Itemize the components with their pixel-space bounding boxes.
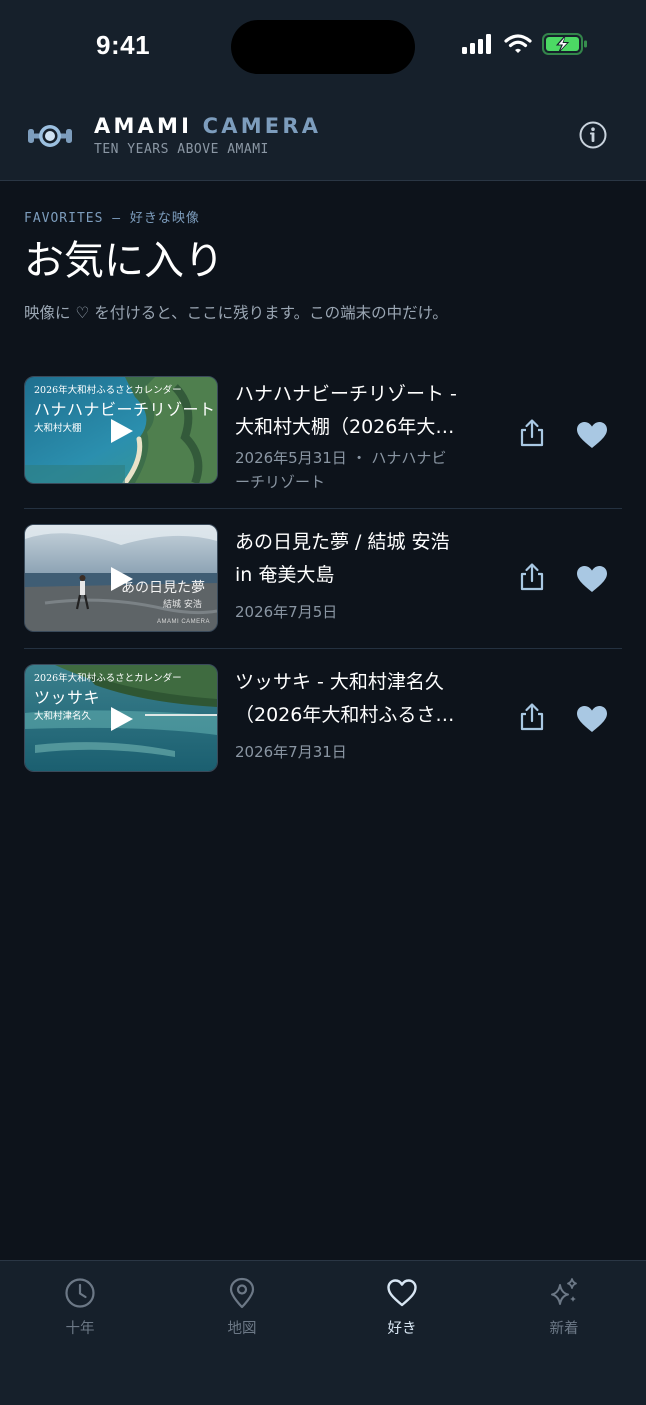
video-thumbnail[interactable]: 2026年大和村ふるさとカレンダー ツッサキ 大和村津名久 xyxy=(24,664,218,772)
tab-label: 新着 xyxy=(549,1321,579,1337)
heart-filled-icon[interactable] xyxy=(576,421,608,449)
heart-filled-icon[interactable] xyxy=(576,565,608,593)
thumbnail-caption-sub: 大和村津名久 xyxy=(34,711,92,722)
share-icon[interactable] xyxy=(518,562,546,592)
page-title: お気に入り xyxy=(24,238,224,284)
thumbnail-caption-sub: 結城 安浩 xyxy=(163,600,202,610)
map-pin-icon xyxy=(229,1277,255,1309)
video-meta: 2026年7月31日 xyxy=(235,743,347,761)
drone-camera-logo-icon xyxy=(28,125,72,147)
brand-name: AMAMI CAMERA xyxy=(94,114,322,138)
brand-tagline: TEN YEARS ABOVE AMAMI xyxy=(94,142,269,157)
video-title[interactable]: ハナハナビーチリゾート - 大和村大棚（2026年大… xyxy=(235,378,485,444)
thumbnail-caption-top: 2026年大和村ふるさとカレンダー xyxy=(34,385,182,396)
tab-label: 地図 xyxy=(227,1321,257,1337)
tab-label: 十年 xyxy=(65,1321,95,1337)
info-icon[interactable] xyxy=(578,120,608,150)
app-header: AMAMI CAMERA TEN YEARS ABOVE AMAMI xyxy=(0,92,646,181)
signal-icon xyxy=(462,34,491,54)
video-meta: 2026年5月31日 ・ ハナハナビ ーチリゾート xyxy=(235,449,447,491)
heart-icon xyxy=(387,1279,417,1307)
play-icon xyxy=(111,419,133,443)
wifi-icon xyxy=(504,34,532,53)
heart-filled-icon[interactable] xyxy=(576,705,608,733)
clock-icon xyxy=(65,1278,95,1308)
battery-charging-icon xyxy=(542,33,587,55)
play-icon xyxy=(111,567,133,591)
tab-ten-years[interactable]: 十年 xyxy=(30,1277,130,1338)
thumbnail-caption-sub: 大和村大棚 xyxy=(34,423,82,434)
status-time: 9:41 xyxy=(96,30,151,60)
video-thumbnail[interactable]: 2026年大和村ふるさとカレンダー ハナハナビーチリゾート 大和村大棚 xyxy=(24,376,218,484)
tab-favorites[interactable]: 好き xyxy=(352,1277,452,1338)
share-icon[interactable] xyxy=(518,702,546,732)
list-item[interactable]: 2026年大和村ふるさとカレンダー ハナハナビーチリゾート 大和村大棚 ハナハナ… xyxy=(24,376,622,509)
video-title[interactable]: ツッサキ - 大和村津名久 （2026年大和村ふるさ… xyxy=(235,666,485,732)
status-icons xyxy=(462,33,588,55)
video-meta: 2026年7月5日 xyxy=(235,603,338,621)
status-bar: 9:41 xyxy=(0,0,646,92)
tab-new[interactable]: 新着 xyxy=(514,1277,614,1338)
share-icon[interactable] xyxy=(518,418,546,448)
page-subtitle: 映像に ♡ を付けると、ここに残ります。この端末の中だけ。 xyxy=(24,304,448,322)
sparkles-icon xyxy=(551,1278,577,1305)
thumbnail-caption-top: 2026年大和村ふるさとカレンダー xyxy=(34,673,182,684)
dynamic-island xyxy=(231,20,415,74)
play-icon xyxy=(111,707,133,731)
section-eyebrow: FAVORITES — 好きな映像 xyxy=(24,211,200,226)
bottom-tab-bar: 十年 地図 好き 新着 xyxy=(0,1260,646,1405)
tab-label: 好き xyxy=(387,1321,417,1337)
tab-map[interactable]: 地図 xyxy=(192,1277,292,1338)
video-title[interactable]: あの日見た夢 / 結城 安浩 in 奄美大島 xyxy=(235,526,485,592)
thumbnail-caption-main: ツッサキ xyxy=(34,688,101,707)
list-item[interactable]: あの日見た夢 結城 安浩 AMAMI CAMERA あの日見た夢 / 結城 安浩… xyxy=(24,524,622,649)
video-thumbnail[interactable]: あの日見た夢 結城 安浩 AMAMI CAMERA xyxy=(24,524,218,632)
list-item[interactable]: 2026年大和村ふるさとカレンダー ツッサキ 大和村津名久 ツッサキ - 大和村… xyxy=(24,664,622,776)
thumbnail-caption-brand: AMAMI CAMERA xyxy=(157,619,211,625)
